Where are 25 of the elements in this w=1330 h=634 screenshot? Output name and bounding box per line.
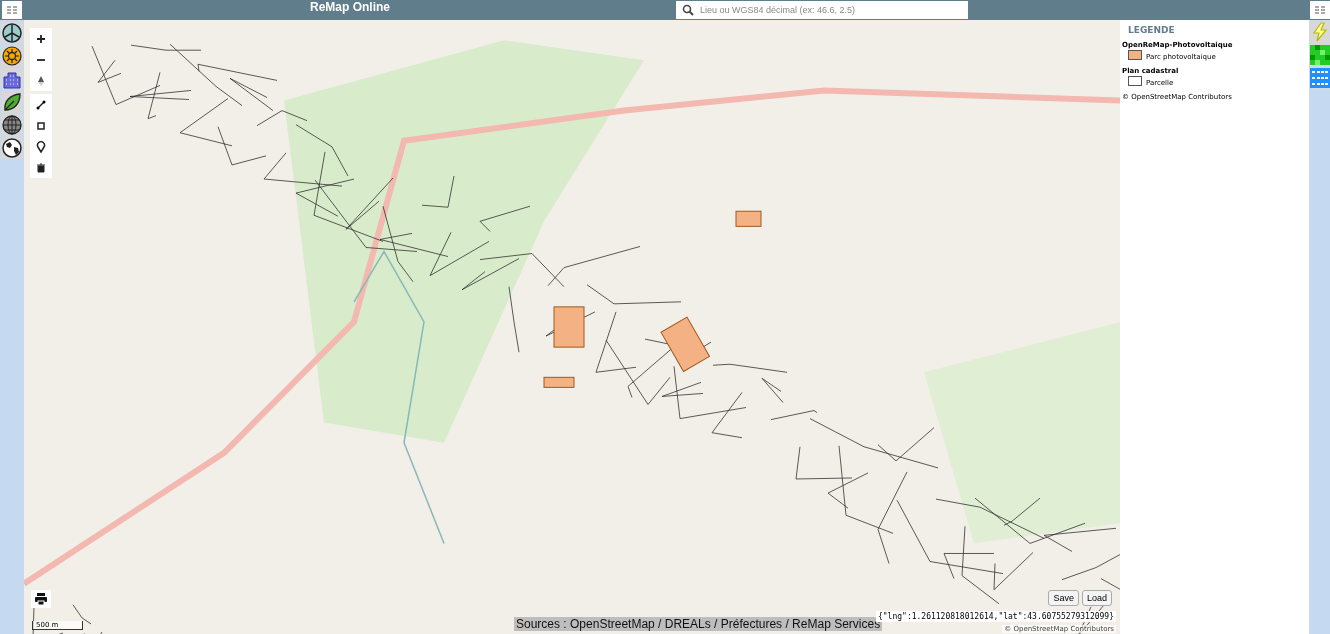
square-icon <box>36 120 46 131</box>
north-arrow-icon <box>37 74 45 87</box>
coordinates-text: {"lng":1.261120818012614,"lat":43.60755279312099} <box>876 611 1116 622</box>
leaf-icon[interactable] <box>1 91 23 113</box>
globe-icon[interactable] <box>1 114 23 136</box>
grid-squares-icon[interactable] <box>1308 44 1330 66</box>
trash-icon <box>36 162 46 173</box>
earth-icon[interactable] <box>1 137 23 159</box>
line-icon <box>36 99 46 110</box>
save-button[interactable]: Save <box>1048 590 1079 606</box>
search-icon <box>682 4 694 16</box>
pin-icon <box>36 140 46 153</box>
printer-icon <box>34 592 48 606</box>
sun-icon[interactable] <box>1 45 23 67</box>
load-button[interactable]: Load <box>1081 590 1112 606</box>
menu-icon <box>1314 6 1325 14</box>
list-icon[interactable] <box>1308 67 1330 89</box>
search-field[interactable]: Lieu ou WGS84 décimal (ex: 46.6, 2.5) <box>676 1 968 19</box>
legend-title: LEGENDE <box>1128 25 1176 35</box>
menu-icon <box>7 6 17 14</box>
building-icon[interactable] <box>1 68 23 90</box>
plus-icon <box>36 33 46 44</box>
app-title: ReMap Online <box>310 0 390 14</box>
menu-button[interactable] <box>1309 1 1330 19</box>
print-button[interactable] <box>31 590 51 608</box>
